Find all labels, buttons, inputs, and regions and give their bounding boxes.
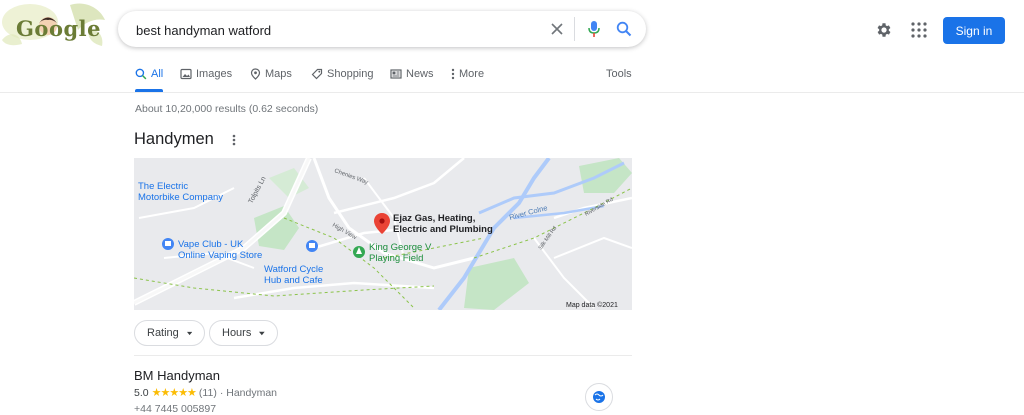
poi-label: The Electric: [138, 181, 188, 192]
settings-gear-icon[interactable]: [872, 18, 896, 42]
search-icon: [135, 68, 147, 80]
sign-in-button[interactable]: Sign in: [943, 17, 1005, 44]
more-vert-icon: [451, 68, 455, 80]
business-category: · Handyman: [219, 386, 278, 399]
tab-shopping[interactable]: Shopping: [311, 68, 374, 80]
poi-label: Vape Club - UK: [178, 239, 244, 250]
business-name-link[interactable]: BM Handyman: [134, 368, 220, 383]
poi-label: Playing Field: [369, 253, 423, 264]
business-map-label: Ejaz Gas, Heating,: [393, 213, 475, 224]
clear-icon[interactable]: [546, 18, 568, 40]
poi-label: King George V: [369, 242, 432, 253]
map-graphic: Tolpits Ln High View Chenies Way Silk Mi…: [134, 158, 632, 310]
tab-label: Shopping: [327, 68, 374, 80]
tools-label: Tools: [606, 68, 632, 80]
rating-stars-icon: ★★★★★: [151, 387, 197, 399]
tab-images[interactable]: Images: [180, 68, 232, 80]
logo-text: Google: [16, 16, 101, 41]
news-icon: [390, 69, 402, 79]
tab-all[interactable]: All: [135, 68, 163, 80]
map-credit: Map data ©2021: [566, 301, 618, 309]
tab-label: More: [459, 68, 485, 80]
review-count[interactable]: (11): [199, 387, 217, 399]
section-title: Handymen: [134, 130, 214, 148]
apps-grid-icon[interactable]: [907, 18, 931, 42]
tab-label: News: [406, 68, 434, 80]
tab-news[interactable]: News: [390, 68, 434, 80]
result-stats: About 10,20,000 results (0.62 seconds): [135, 103, 319, 115]
rating-value: 5.0: [134, 386, 149, 399]
search-divider: [574, 17, 575, 41]
business-map-label: Electric and Plumbing: [393, 224, 493, 235]
search-box[interactable]: [118, 11, 646, 47]
poi-label: Watford Cycle: [264, 264, 323, 275]
tools-button[interactable]: Tools: [606, 68, 632, 80]
tab-label: Maps: [265, 68, 292, 80]
poi-label: Hub and Cafe: [264, 275, 323, 286]
caret-down-icon: [259, 331, 265, 335]
google-doodle-logo[interactable]: Google: [0, 0, 110, 60]
more-options-icon[interactable]: [228, 133, 240, 147]
search-tabs-bar: All Images Maps Shopping News More Tools: [0, 62, 1024, 93]
tab-label: All: [151, 68, 164, 80]
map-pin-icon: [250, 68, 261, 80]
business-phone: +44 7445 005897: [134, 403, 217, 415]
poi-label: Online Vaping Store: [178, 250, 262, 261]
chip-label: Rating: [147, 327, 179, 339]
website-button[interactable]: [585, 383, 613, 411]
local-map[interactable]: Tolpits Ln High View Chenies Way Silk Mi…: [134, 158, 632, 310]
search-icon[interactable]: [613, 18, 635, 40]
globe-icon: [593, 391, 605, 403]
search-input[interactable]: [134, 19, 538, 41]
image-icon: [180, 68, 192, 80]
mic-icon[interactable]: [583, 18, 605, 40]
active-tab-indicator: [135, 89, 163, 92]
poi-label: Motorbike Company: [138, 192, 223, 203]
rating-filter-chip[interactable]: Rating: [134, 320, 205, 346]
business-meta: 5.0 ★★★★★ (11) · Handyman: [134, 386, 278, 400]
tab-maps[interactable]: Maps: [250, 68, 292, 80]
results-divider: [134, 355, 632, 356]
caret-down-icon: [186, 331, 192, 335]
hours-filter-chip[interactable]: Hours: [209, 320, 278, 346]
chip-label: Hours: [222, 327, 252, 339]
tab-label: Images: [196, 68, 233, 80]
tab-more[interactable]: More: [451, 68, 484, 80]
tag-icon: [311, 68, 323, 80]
